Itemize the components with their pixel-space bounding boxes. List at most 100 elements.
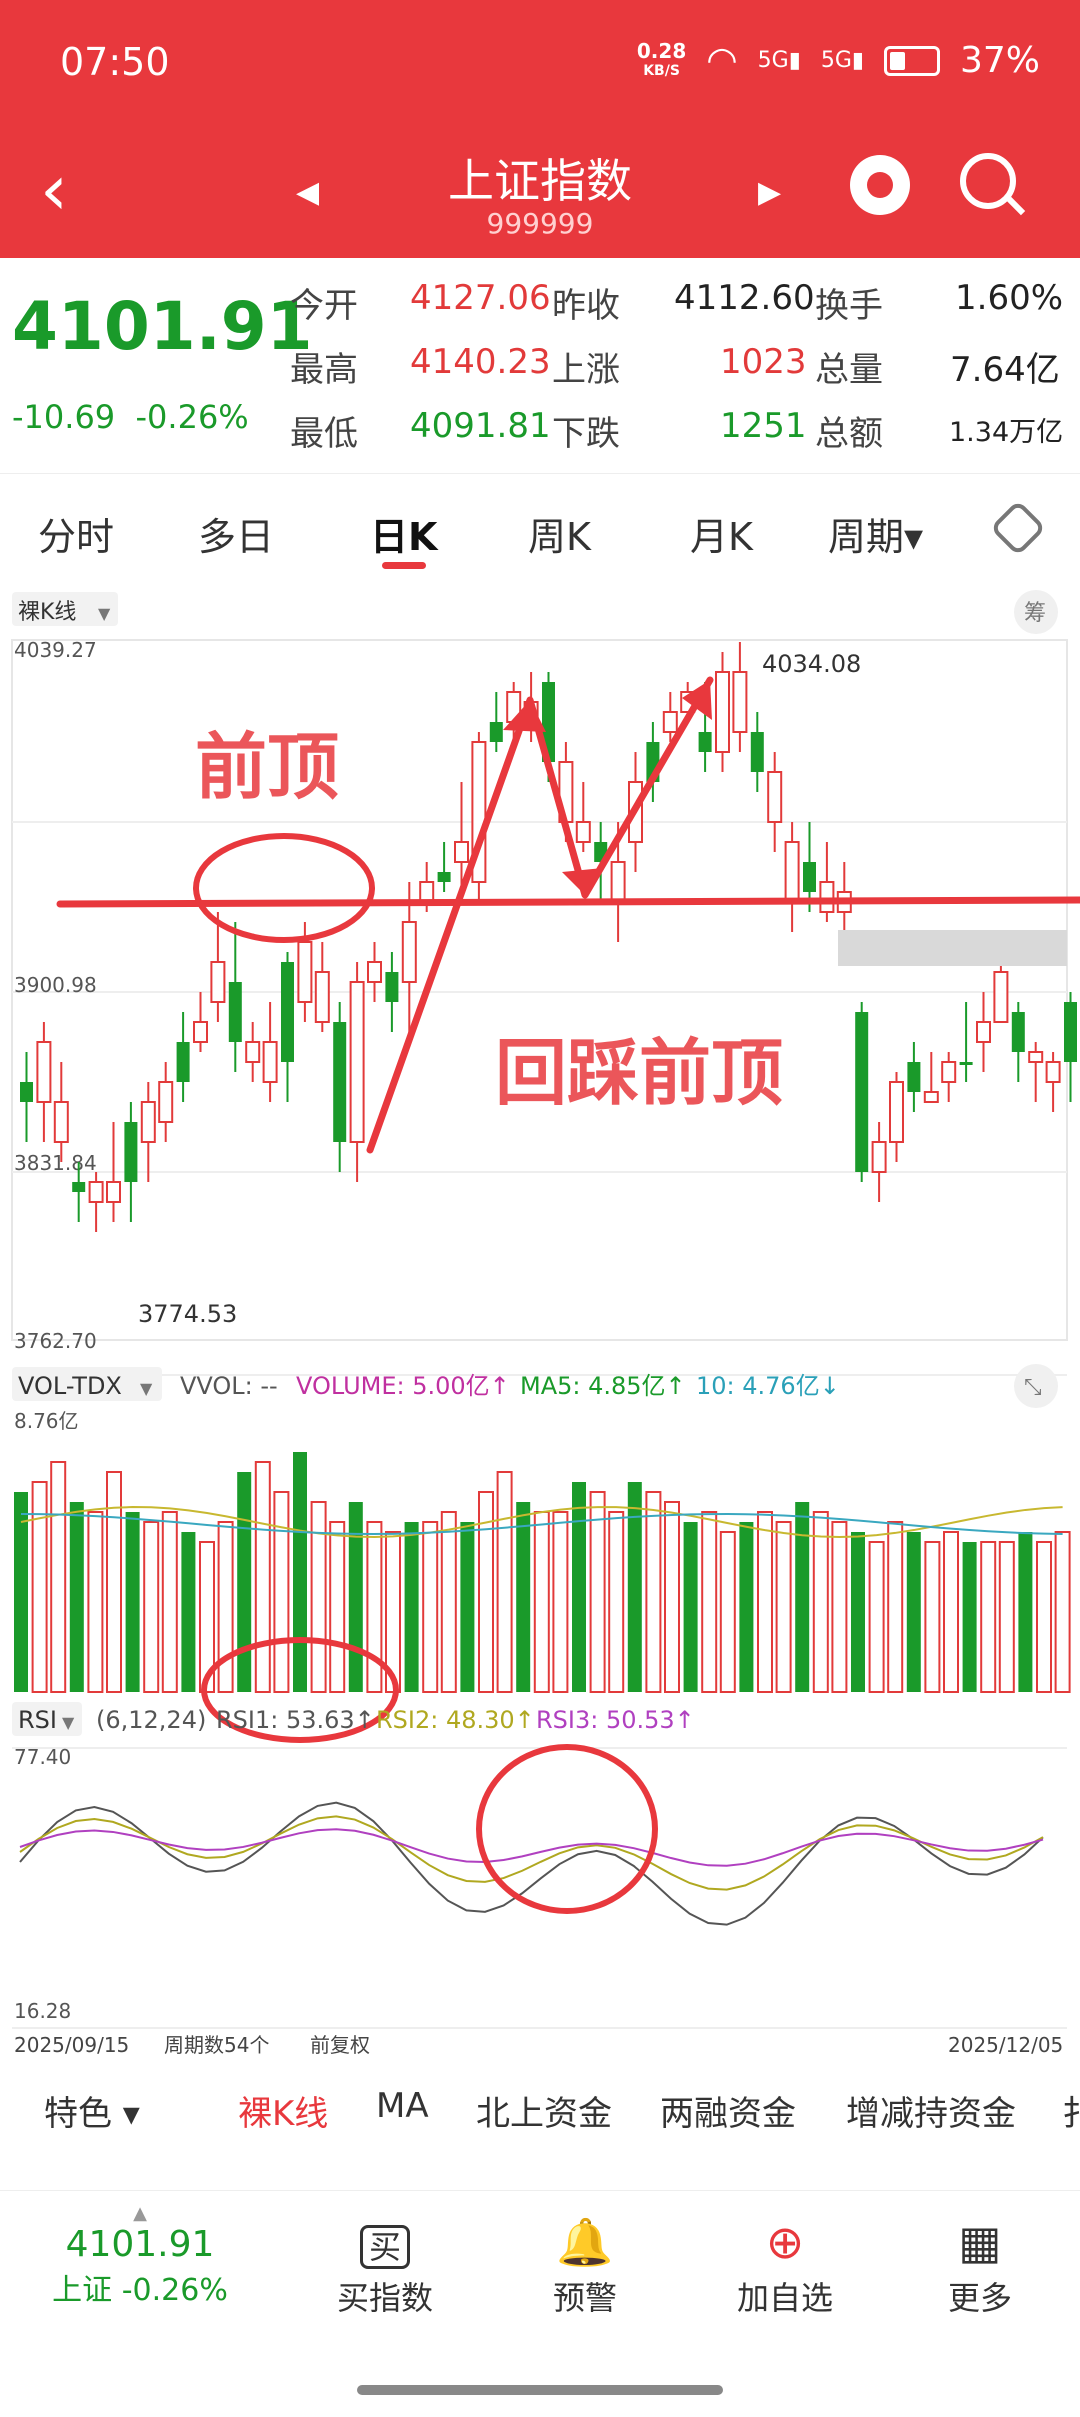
- candle-body: [855, 1012, 869, 1172]
- home-indicator[interactable]: [357, 2385, 723, 2395]
- quote-panel: 4101.91 -10.69 -0.26% 今开 4127.06 昨收 4112…: [0, 258, 1080, 474]
- tab-multiday[interactable]: 多日: [198, 506, 274, 561]
- rsi-params: (6,12,24): [96, 1706, 206, 1734]
- volume-bar: [404, 1522, 419, 1692]
- volume-bar: [998, 1541, 1015, 1693]
- y-label-mid: 3900.98: [14, 973, 97, 997]
- quote-row-amount: 总额 1.34万亿: [815, 414, 1064, 454]
- ma10-value: 10: 4.76亿↓: [696, 1372, 840, 1400]
- quote-row-prevclose: 昨收 4112.60: [552, 278, 815, 326]
- expand-icon[interactable]: ⤡: [1024, 1375, 1042, 1400]
- candle-body: [193, 1021, 208, 1043]
- indicator-tabs: 特色 ▾ 裸K线 MA 北上资金 两融资金 增减持资金 扌: [0, 2070, 1080, 2150]
- app-header: ‹ ◀ 上证指数 999999 ▶: [0, 125, 1080, 258]
- candle-body: [385, 972, 399, 1002]
- tab-daily-k[interactable]: 日K: [370, 506, 437, 561]
- battery-level: 37%: [959, 40, 1040, 81]
- tab-monthly-k[interactable]: 月K: [690, 506, 753, 561]
- rsi-top-label: 77.40: [14, 1745, 71, 1769]
- candle-body: [715, 671, 730, 753]
- axis-adjust-type: 前复权: [310, 2033, 370, 2057]
- kline-chart-svg[interactable]: 裸K线 ▼ 筹 4039.27 3900.98 3831.84 3762.70 …: [0, 582, 1080, 2062]
- candle-body: [401, 921, 417, 983]
- volume-dropdown-icon[interactable]: ▼: [140, 1379, 153, 1398]
- rsi-dropdown-icon[interactable]: ▼: [62, 1713, 75, 1732]
- annotation-pullback: 回踩前顶: [495, 1031, 783, 1115]
- chip-distribution-button[interactable]: 筹: [1024, 601, 1046, 626]
- wifi-icon: ◠: [706, 40, 738, 81]
- status-bar: 07:50 0.28 KB/S ◠ 5G▮ 5G▮ 37%: [0, 0, 1080, 125]
- volume-bar: [217, 1521, 234, 1693]
- tab-holdings-change[interactable]: 增减持资金: [846, 2086, 1016, 2135]
- tab-northbound[interactable]: 北上资金: [476, 2086, 612, 2135]
- volume-bar: [887, 1521, 904, 1693]
- candle-body: [106, 1181, 121, 1203]
- quote-row-volume: 总量 7.64亿: [815, 350, 1060, 390]
- y-label-bottom: 3762.70: [14, 1329, 97, 1353]
- page-title: 上证指数: [448, 154, 632, 208]
- tab-period[interactable]: 周期▾: [828, 506, 923, 561]
- nav-add-watchlist[interactable]: ⊕ 加自选: [705, 2211, 865, 2319]
- candle-body: [1028, 1051, 1044, 1063]
- nav-buy-index[interactable]: 买 买指数: [305, 2211, 465, 2319]
- add-circle-icon: ⊕: [765, 2215, 805, 2269]
- mascot-icon[interactable]: [850, 155, 910, 215]
- axis-end-date: 2025/12/05: [948, 2033, 1063, 2057]
- next-stock-icon[interactable]: ▶: [758, 175, 781, 210]
- volume-bar: [868, 1541, 885, 1693]
- volume-bar: [161, 1511, 178, 1693]
- tab-intraday[interactable]: 分时: [38, 506, 114, 561]
- volume-bar: [310, 1501, 327, 1693]
- candle-body: [210, 961, 226, 1003]
- mode-dropdown-icon[interactable]: ▼: [98, 604, 111, 623]
- candle-body: [228, 982, 242, 1042]
- candle-body: [941, 1061, 957, 1083]
- volume-bar: [422, 1521, 439, 1693]
- low-point-label: 3774.53: [138, 1300, 237, 1328]
- rsi-indicator-label[interactable]: RSI: [18, 1706, 57, 1734]
- kline-mode-label[interactable]: 裸K线: [18, 600, 76, 625]
- volume-bar: [795, 1502, 810, 1692]
- bell-icon: 🔔: [556, 2215, 614, 2269]
- candle-body: [262, 1041, 278, 1083]
- candle-body: [819, 881, 835, 913]
- candle-body: [124, 1122, 138, 1182]
- bottom-nav: ▲ 4101.91 上证 -0.26% 买 买指数 🔔 预警 ⊕ 加自选 ▦ 更…: [0, 2190, 1080, 2417]
- tab-naked-k[interactable]: 裸K线: [238, 2086, 328, 2135]
- candle-body: [314, 971, 330, 1023]
- volume-bar: [627, 1482, 642, 1692]
- nav-quote[interactable]: ▲ 4101.91 上证 -0.26%: [40, 2203, 240, 2309]
- volume-bar: [254, 1461, 271, 1693]
- support-line: [56, 896, 1080, 908]
- tab-weekly-k[interactable]: 周K: [528, 506, 591, 561]
- candle-body: [419, 881, 435, 903]
- tab-featured[interactable]: 特色 ▾: [44, 2086, 140, 2135]
- search-icon[interactable]: [960, 153, 1016, 209]
- volume-bar: [329, 1521, 346, 1693]
- candle-body: [1045, 1061, 1061, 1083]
- settings-hex-icon[interactable]: [989, 499, 1047, 557]
- volume-bar: [69, 1502, 84, 1692]
- candle-body: [367, 961, 382, 983]
- candle-body: [784, 841, 800, 903]
- tab-ma[interactable]: MA: [376, 2086, 429, 2126]
- volume-bar: [683, 1522, 698, 1692]
- previous-top-circle: [193, 833, 375, 943]
- volume-bar: [366, 1521, 383, 1693]
- quote-row-turnover: 换手 1.60%: [815, 278, 1064, 326]
- signal-icon-1: 5G▮: [757, 48, 801, 73]
- volume-bar: [273, 1491, 290, 1693]
- nav-more[interactable]: ▦ 更多: [900, 2211, 1060, 2319]
- candle-body: [959, 1062, 973, 1065]
- volume-bar: [460, 1522, 475, 1692]
- candle-body: [454, 841, 469, 863]
- volume-indicator-label[interactable]: VOL-TDX: [18, 1372, 122, 1400]
- volume-bar: [143, 1521, 160, 1693]
- tab-overflow[interactable]: 扌: [1062, 2086, 1080, 2135]
- volume-bar: [237, 1472, 252, 1692]
- tab-margin[interactable]: 两融资金: [660, 2086, 796, 2135]
- volume-bar: [533, 1511, 550, 1693]
- volume-bar: [701, 1511, 718, 1693]
- nav-alert[interactable]: 🔔 预警: [505, 2211, 665, 2319]
- chart-area[interactable]: 裸K线 ▼ 筹 4039.27 3900.98 3831.84 3762.70 …: [0, 582, 1080, 2062]
